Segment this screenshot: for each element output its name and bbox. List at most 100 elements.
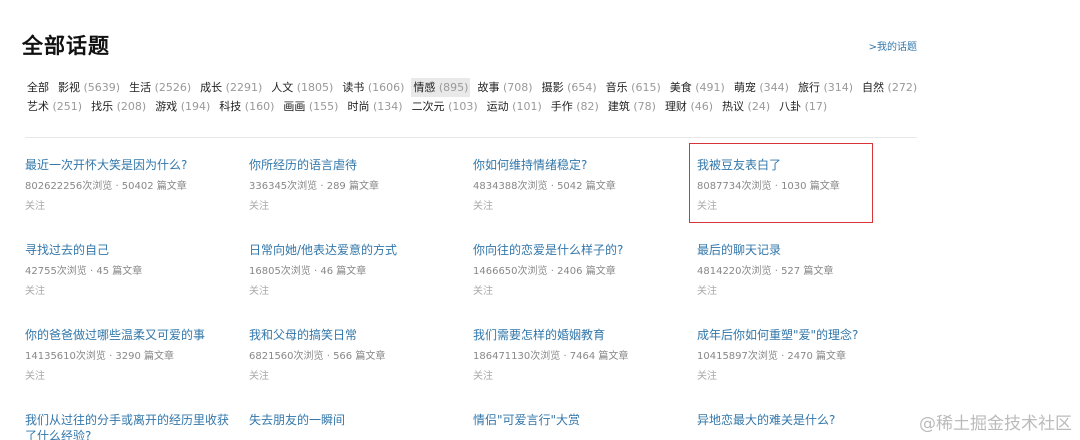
category-item[interactable]: 美食 (491) <box>668 78 727 97</box>
category-label: 音乐 <box>605 81 628 94</box>
category-count: (344) <box>759 81 789 94</box>
category-label: 手作 <box>550 100 573 113</box>
topic-stats: 42755次浏览 · 45 篇文章 <box>25 266 143 277</box>
topic-title-link[interactable]: 我们需要怎样的婚姻教育 <box>473 327 693 343</box>
topic-title-link[interactable]: 你如何维持情绪稳定? <box>473 157 693 173</box>
topic-stats: 802622256次浏览 · 50402 篇文章 <box>25 181 187 192</box>
topic-title-link[interactable]: 我和父母的搞笑日常 <box>249 327 469 343</box>
category-count: (2526) <box>154 81 192 94</box>
category-item[interactable]: 时尚 (134) <box>345 97 404 116</box>
topic-title-link[interactable]: 异地恋最大的难关是什么? <box>697 412 917 428</box>
category-count: (251) <box>52 100 83 113</box>
category-label: 摄影 <box>541 81 564 94</box>
category-item[interactable]: 萌宠 (344) <box>732 78 791 97</box>
category-item[interactable]: 故事 (708) <box>475 78 534 97</box>
follow-button[interactable]: 关注 <box>473 285 693 299</box>
topic-title-link[interactable]: 我们从过往的分手或离开的经历里收获了什么经验? <box>25 412 240 440</box>
category-label: 美食 <box>669 81 692 94</box>
topic-title-link[interactable]: 你所经历的语言虐待 <box>249 157 469 173</box>
category-count: (78) <box>633 100 656 113</box>
category-label: 自然 <box>862 81 885 94</box>
topic-title-link[interactable]: 日常向她/他表达爱意的方式 <box>249 242 469 258</box>
category-item[interactable]: 旅行 (314) <box>796 78 855 97</box>
category-label: 生活 <box>129 81 152 94</box>
topic-stats: 4834388次浏览 · 5042 篇文章 <box>473 181 616 192</box>
follow-button[interactable]: 关注 <box>25 285 245 299</box>
category-label: 萌宠 <box>733 81 756 94</box>
category-label: 科技 <box>219 100 242 113</box>
category-item[interactable]: 摄影 (654) <box>540 78 599 97</box>
topic-title-link[interactable]: 最近一次开怀大笑是因为什么? <box>25 157 245 173</box>
category-count: (2291) <box>225 81 263 94</box>
category-item[interactable]: 读书 (1606) <box>340 78 406 97</box>
follow-button[interactable]: 关注 <box>697 370 917 384</box>
topic-title-link[interactable]: 你的爸爸做过哪些温柔又可爱的事 <box>25 327 245 343</box>
follow-button[interactable]: 关注 <box>25 370 245 384</box>
topic-card: 我和父母的搞笑日常 6821560次浏览 · 566 篇文章关注 <box>249 327 469 384</box>
category-item[interactable]: 艺术 (251) <box>25 97 84 116</box>
category-item[interactable]: 找乐 (208) <box>89 97 148 116</box>
my-topics-link[interactable]: >我的话题 <box>869 38 917 53</box>
category-count: (272) <box>887 81 918 94</box>
topic-title-link[interactable]: 情侣"可爱言行"大赏 <box>473 412 693 428</box>
category-item[interactable]: 运动 (101) <box>485 97 544 116</box>
follow-button[interactable]: 关注 <box>473 370 693 384</box>
category-label: 成长 <box>200 81 223 94</box>
category-item[interactable]: 自然 (272) <box>860 78 919 97</box>
category-label: 二次元 <box>411 100 445 113</box>
topic-stats: 14135610次浏览 · 3290 篇文章 <box>25 351 175 362</box>
category-item[interactable]: 手作 (82) <box>549 97 601 116</box>
topic-card: 你如何维持情绪稳定? 4834388次浏览 · 5042 篇文章关注 <box>473 157 693 214</box>
category-label: 全部 <box>27 81 49 94</box>
category-item[interactable]: 八卦 (17) <box>777 97 829 116</box>
category-label: 艺术 <box>27 100 49 113</box>
category-item[interactable]: 情感 (895) <box>411 78 471 97</box>
category-label: 影视 <box>58 81 80 94</box>
page-title: 全部话题 <box>22 34 110 58</box>
category-count: (5639) <box>83 81 121 94</box>
category-label: 人文 <box>271 81 294 94</box>
topic-card: 最近一次开怀大笑是因为什么? 802622256次浏览 · 50402 篇文章关注 <box>25 157 245 214</box>
divider <box>25 137 917 138</box>
category-label: 热议 <box>722 100 745 113</box>
category-count: (708) <box>502 81 533 94</box>
category-row: 艺术 (251) 找乐 (208) 游戏 (194) 科技 (160) 画画 (155)… <box>25 97 925 116</box>
category-item[interactable]: 成长 (2291) <box>198 78 264 97</box>
category-item[interactable]: 生活 (2526) <box>127 78 193 97</box>
follow-button[interactable]: 关注 <box>25 200 245 214</box>
topic-title-link[interactable]: 你向往的恋爱是什么样子的? <box>473 242 693 258</box>
category-item[interactable]: 热议 (24) <box>720 97 772 116</box>
category-item[interactable]: 二次元 (103) <box>410 97 480 116</box>
topic-stats: 6821560次浏览 · 566 篇文章 <box>249 351 386 362</box>
category-item[interactable]: 科技 (160) <box>217 97 276 116</box>
topic-title-link[interactable]: 寻找过去的自己 <box>25 242 245 258</box>
follow-button[interactable]: 关注 <box>249 370 469 384</box>
follow-button[interactable]: 关注 <box>249 200 469 214</box>
category-item[interactable]: 人文 (1805) <box>269 78 335 97</box>
follow-button[interactable]: 关注 <box>473 200 693 214</box>
category-item[interactable]: 影视 (5639) <box>56 78 122 97</box>
category-filter: 全部 影视 (5639) 生活 (2526) 成长 (2291) 人文 (1805) 读书… <box>25 78 925 116</box>
topic-stats: 1466650次浏览 · 2406 篇文章 <box>473 266 616 277</box>
topic-card: 异地恋最大的难关是什么? <box>697 412 917 428</box>
category-count: (160) <box>244 100 275 113</box>
category-item[interactable]: 理财 (46) <box>663 97 715 116</box>
category-count: (491) <box>695 81 725 94</box>
category-item[interactable]: 建筑 (78) <box>606 97 658 116</box>
category-label: 理财 <box>664 100 687 113</box>
category-count: (208) <box>116 100 147 113</box>
category-count: (194) <box>180 100 211 113</box>
category-row: 全部 影视 (5639) 生活 (2526) 成长 (2291) 人文 (1805) 读书… <box>25 78 925 97</box>
category-item[interactable]: 音乐 (615) <box>604 78 663 97</box>
category-item[interactable]: 画画 (155) <box>281 97 340 116</box>
topic-title-link[interactable]: 失去朋友的一瞬间 <box>249 412 469 428</box>
topic-card: 寻找过去的自己 42755次浏览 · 45 篇文章关注 <box>25 242 245 299</box>
follow-button[interactable]: 关注 <box>697 285 917 299</box>
topic-stats: 186471130次浏览 · 7464 篇文章 <box>473 351 629 362</box>
category-item[interactable]: 全部 <box>25 78 51 97</box>
topic-stats: 336345次浏览 · 289 篇文章 <box>249 181 379 192</box>
follow-button[interactable]: 关注 <box>249 285 469 299</box>
category-item[interactable]: 游戏 (194) <box>153 97 212 116</box>
topic-title-link[interactable]: 最后的聊天记录 <box>697 242 917 258</box>
topic-title-link[interactable]: 成年后你如何重塑"爱"的理念? <box>697 327 917 343</box>
